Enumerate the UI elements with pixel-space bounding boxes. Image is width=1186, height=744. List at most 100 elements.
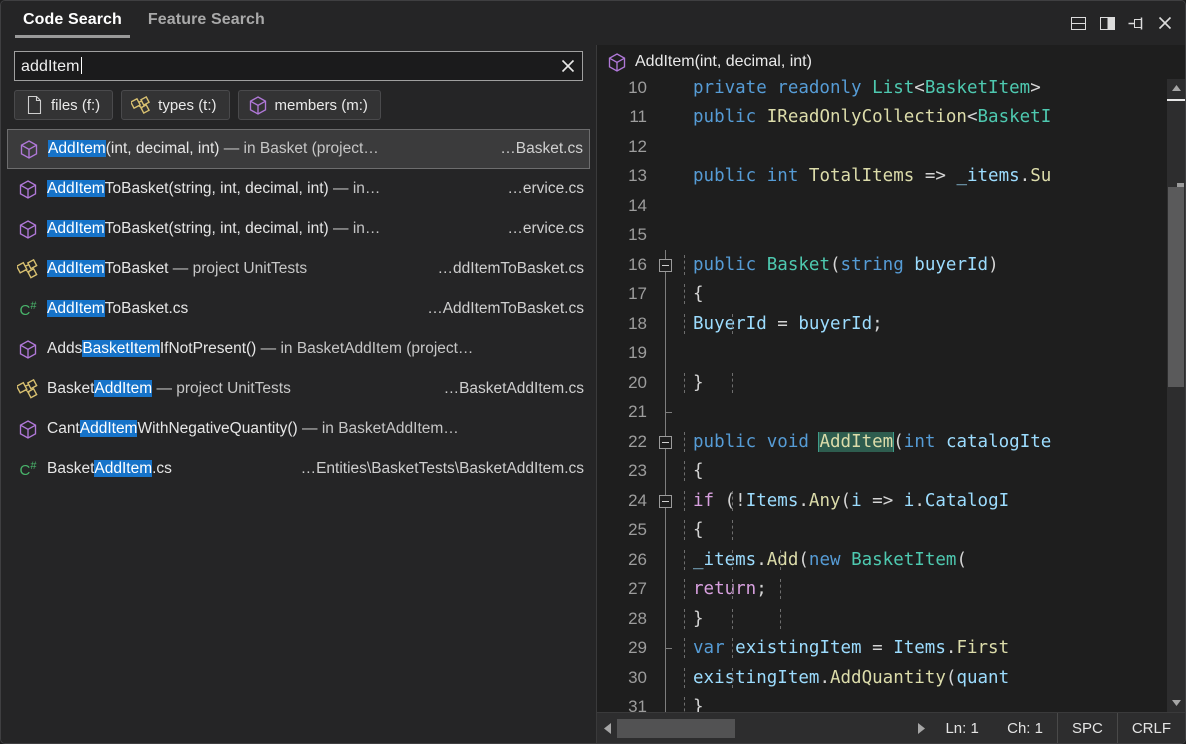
member-cube-icon [15,420,41,439]
outlining-rule [665,693,666,713]
code-line-text: } [677,697,1167,712]
search-result-row[interactable]: C#AddItemToBasket.cs…AddItemToBasket.cs [7,289,590,329]
outlining-margin[interactable] [655,339,677,369]
code-token: IReadOnlyCollection [767,107,967,127]
search-result-row[interactable]: C#BasketAddItem.cs…Entities\BasketTests\… [7,449,590,489]
outlining-margin[interactable] [655,398,677,428]
collapse-toggle-icon[interactable] [659,436,672,449]
status-line-ending[interactable]: CRLF [1117,713,1185,744]
clear-search-icon[interactable] [554,52,582,80]
outlining-margin[interactable] [655,604,677,634]
search-row: addItem [1,45,596,81]
search-input-wrapper[interactable]: addItem [14,51,583,81]
code-line-text: private readonly List<BasketItem> [677,79,1167,98]
outlining-margin[interactable] [655,162,677,192]
horizontal-scrollbar[interactable] [597,713,931,744]
search-result-row[interactable]: BasketAddItem — project UnitTests…Basket… [7,369,590,409]
tab-code-search[interactable]: Code Search [15,11,130,38]
search-result-row[interactable]: AddItemToBasket — project UnitTests…ddIt… [7,249,590,289]
outlining-margin[interactable] [655,516,677,546]
outlining-margin[interactable] [655,663,677,693]
scroll-down-icon[interactable] [1167,694,1185,712]
outlining-margin[interactable] [655,545,677,575]
code-line-text: public int TotalItems => _items.Su [677,166,1167,186]
scroll-up-icon[interactable] [1167,79,1185,97]
code-line: 25 { [597,516,1167,546]
filter-chip-types[interactable]: types (t:) [121,90,229,120]
vertical-scrollbar[interactable] [1167,79,1185,712]
tab-feature-search[interactable]: Feature Search [140,11,273,38]
code-token: CatalogI [925,491,1009,511]
outlining-margin[interactable] [655,79,677,103]
filter-chip-files[interactable]: files (f:) [14,90,113,120]
line-number: 18 [597,314,655,334]
search-result-path: …Basket.cs [486,140,583,158]
code-token: BuyerId [693,314,767,334]
horizontal-scrollbar-thumb[interactable] [617,719,735,738]
search-results-list[interactable]: AddItem(int, decimal, int) — in Basket (… [1,129,596,743]
outlining-margin[interactable] [655,693,677,713]
code-line: 19 [597,339,1167,369]
outlining-margin[interactable] [655,368,677,398]
code-token: > [1030,79,1041,98]
outlining-margin[interactable] [655,132,677,162]
code-token [935,432,946,452]
status-indent-mode[interactable]: SPC [1057,713,1117,744]
outlining-margin[interactable] [655,575,677,605]
code-token: { [693,461,704,481]
search-input[interactable]: addItem [15,57,554,76]
indent-guide [684,638,685,658]
outlining-margin[interactable] [655,634,677,664]
code-token: public [693,166,756,186]
outlining-margin[interactable] [655,309,677,339]
search-result-row-selected[interactable]: AddItem(int, decimal, int) — in Basket (… [7,129,590,169]
search-result-row[interactable]: CantAddItemWithNegativeQuantity() — in B… [7,409,590,449]
code-line: 31 } [597,693,1167,713]
outlining-margin[interactable] [655,280,677,310]
outlining-margin[interactable] [655,457,677,487]
search-result-row[interactable]: AddItemToBasket(string, int, decimal, in… [7,169,590,209]
code-token: = [767,314,799,334]
types-icon [15,379,41,399]
indent-guide [732,550,733,570]
scroll-left-icon[interactable] [597,713,617,744]
tab-feature-search-label: Feature Search [148,11,265,28]
code-token: return [693,579,756,599]
search-result-row[interactable]: AddsBasketItemIfNotPresent() — in Basket… [7,329,590,369]
outlining-margin[interactable] [655,250,677,280]
search-result-row[interactable]: AddItemToBasket(string, int, decimal, in… [7,209,590,249]
csharp-file-icon: C# [15,460,41,479]
outlining-rule [665,516,666,546]
indent-guide [684,284,685,304]
code-token: < [967,107,978,127]
match-highlight: AddItem [94,380,152,397]
outlining-margin[interactable] [655,191,677,221]
horizontal-scrollbar-track[interactable] [617,713,911,744]
outlining-margin[interactable] [655,427,677,457]
code-token: ; [756,579,767,599]
split-horizontal-icon[interactable] [1068,13,1088,33]
scroll-right-icon[interactable] [911,713,931,744]
outlining-margin[interactable] [655,486,677,516]
outlining-margin[interactable] [655,221,677,251]
indent-guide [780,609,781,629]
match-highlight: AddItem [48,140,106,157]
code-token: BasketItem [851,550,956,570]
split-vertical-icon[interactable] [1097,13,1117,33]
close-icon[interactable] [1155,13,1175,33]
preview-header: AddItem(int, decimal, int) [597,45,1185,79]
filter-chip-members[interactable]: members (m:) [238,90,381,120]
code-editor-area[interactable]: 10 private readonly List<BasketItem>11 p… [597,79,1185,712]
collapse-toggle-icon[interactable] [659,259,672,272]
outlining-margin[interactable] [655,103,677,133]
collapse-toggle-icon[interactable] [659,495,672,508]
window-controls [1068,13,1175,33]
indent-guide [684,668,685,688]
result-text: Cant [47,420,80,437]
outlining-end-marker [665,412,672,413]
preview-header-title: AddItem(int, decimal, int) [635,53,812,71]
code-line-text: existingItem.AddQuantity(quant [677,668,1167,688]
vertical-scrollbar-thumb[interactable] [1168,187,1184,387]
dock-pin-icon[interactable] [1126,13,1146,33]
result-text: — in BasketAddItem (project… [261,340,474,357]
